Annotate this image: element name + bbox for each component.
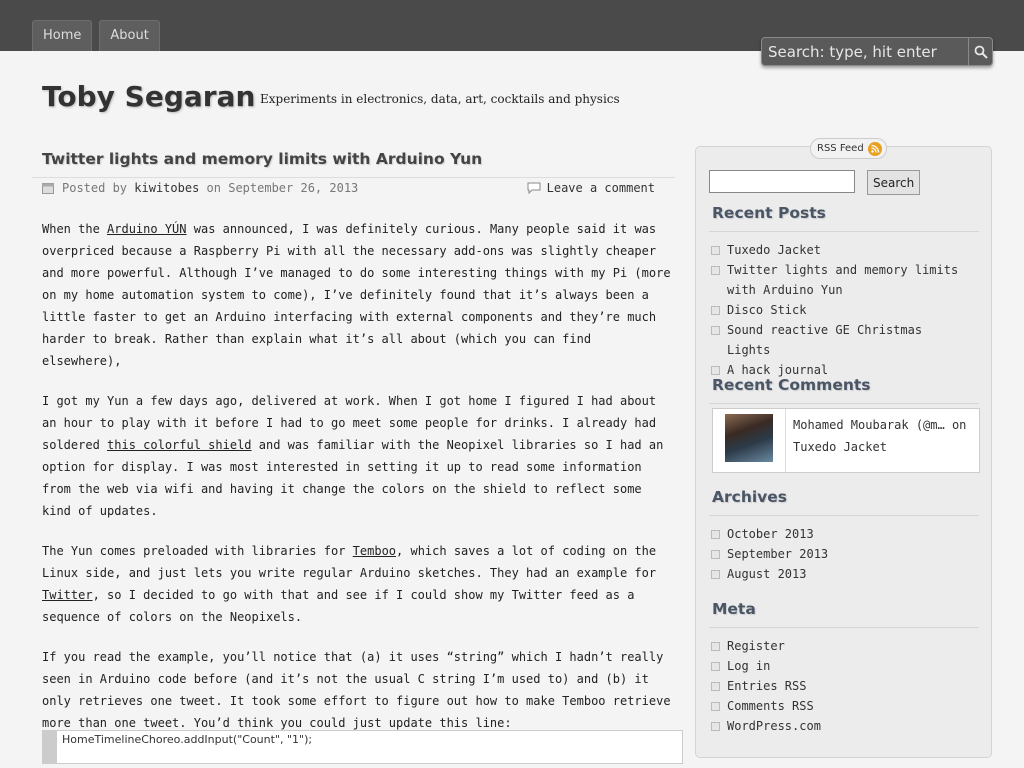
rss-feed-label: RSS Feed [817, 143, 864, 154]
calendar-icon [42, 183, 54, 194]
post-paragraph: If you read the example, you’ll notice t… [42, 650, 671, 730]
comment-post-link[interactable]: Tuxedo Jacket [793, 440, 887, 454]
meta-list: Register Log in Entries RSS Comments RSS… [711, 636, 971, 736]
recent-comment: Mohamed Moubarak (@m… on Tuxedo Jacket [712, 408, 980, 473]
site-tagline: Experiments in electronics, data, art, c… [260, 92, 620, 106]
header-search-input[interactable] [762, 39, 968, 64]
post-body: When the Arduino YÚN was announced, I wa… [42, 218, 676, 752]
meta-item[interactable]: Entries RSS [711, 676, 971, 696]
leave-comment-link[interactable]: Leave a comment [527, 181, 655, 195]
comment-icon [527, 182, 541, 194]
comment-divider [785, 409, 786, 472]
main-nav: Home About [32, 20, 160, 51]
site-title[interactable]: Toby Segaran [42, 80, 255, 113]
rss-icon [867, 141, 882, 156]
posted-by-label: Posted by [62, 181, 128, 195]
post-title[interactable]: Twitter lights and memory limits with Ar… [42, 150, 482, 168]
meta-heading: Meta [712, 600, 756, 618]
sidebar-search-input[interactable] [709, 170, 855, 193]
recent-post-item[interactable]: Disco Stick [711, 300, 971, 320]
meta-item[interactable]: Log in [711, 656, 971, 676]
recent-comments-divider [709, 403, 979, 404]
post-title-divider [32, 177, 675, 178]
search-icon [974, 45, 988, 59]
arduino-yun-link[interactable]: Arduino YÚN [107, 222, 186, 236]
meta-item[interactable]: Comments RSS [711, 696, 971, 716]
post-paragraph: I got my Yun a few days ago, delivered a… [42, 394, 664, 518]
archives-divider [709, 515, 979, 516]
archive-item[interactable]: September 2013 [711, 544, 971, 564]
post-paragraph: When the Arduino YÚN was announced, I wa… [42, 222, 671, 368]
meta-item[interactable]: Register [711, 636, 971, 656]
archives-heading: Archives [712, 488, 788, 506]
post-author[interactable]: kiwitobes [134, 181, 199, 195]
archive-item[interactable]: August 2013 [711, 564, 971, 584]
recent-posts-list: Tuxedo Jacket Twitter lights and memory … [711, 240, 971, 380]
meta-divider [709, 627, 979, 628]
recent-posts-heading: Recent Posts [712, 204, 826, 222]
archives-list: October 2013 September 2013 August 2013 [711, 524, 971, 584]
meta-item[interactable]: WordPress.com [711, 716, 971, 736]
temboo-link[interactable]: Temboo [353, 544, 396, 558]
sidebar-search-button[interactable]: Search [867, 170, 921, 195]
comment-author[interactable]: Mohamed Moubarak (@m… [793, 418, 945, 432]
commenter-avatar[interactable] [725, 414, 773, 462]
code-line: HomeTimelineChoreo.addInput("Count", "1"… [62, 733, 313, 746]
posted-on-label: on [206, 181, 221, 195]
recent-comments-heading: Recent Comments [712, 376, 871, 394]
sidebar-search: Search [709, 170, 921, 195]
comment-on-label: on [951, 418, 967, 432]
rss-feed-link[interactable]: RSS Feed [810, 138, 887, 159]
post-date[interactable]: September 26, 2013 [228, 181, 358, 195]
recent-post-item[interactable]: Sound reactive GE Christmas Lights [711, 320, 971, 360]
recent-post-item[interactable]: Tuxedo Jacket [711, 240, 971, 260]
header-search [761, 37, 993, 66]
recent-posts-divider [709, 231, 979, 232]
code-block: HomeTimelineChoreo.addInput("Count", "1"… [42, 730, 683, 764]
header-search-button[interactable] [968, 38, 992, 65]
post-meta: Posted by kiwitobes on September 26, 201… [42, 181, 672, 195]
colorful-shield-link[interactable]: this colorful shield [107, 438, 252, 452]
archive-item[interactable]: October 2013 [711, 524, 971, 544]
recent-comment-text: Mohamed Moubarak (@m… on Tuxedo Jacket [793, 414, 973, 458]
twitter-link[interactable]: Twitter [42, 588, 93, 602]
leave-comment-label: Leave a comment [546, 181, 655, 195]
nav-tab-about[interactable]: About [99, 20, 160, 51]
recent-post-item[interactable]: Twitter lights and memory limits with Ar… [711, 260, 971, 300]
nav-tab-home[interactable]: Home [32, 20, 93, 51]
post-paragraph: The Yun comes preloaded with libraries f… [42, 544, 657, 624]
